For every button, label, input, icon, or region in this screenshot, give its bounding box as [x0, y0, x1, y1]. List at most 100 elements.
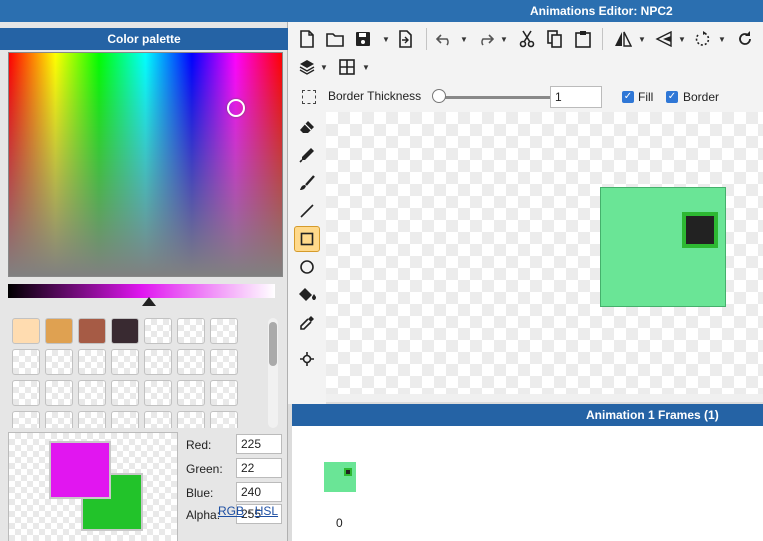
color-swatch[interactable]	[78, 380, 106, 406]
shape-properties-bar: Border Thickness 1 ✓ Fill ✓ Border	[288, 82, 763, 112]
flip-horizontal-menu-arrow[interactable]: ▼	[638, 35, 646, 44]
brightness-handle[interactable]	[142, 297, 156, 306]
blue-label: Blue:	[186, 486, 214, 500]
hsl-mode-link[interactable]: HSL	[255, 504, 278, 518]
save-icon[interactable]	[352, 28, 374, 50]
color-swatch[interactable]	[12, 411, 40, 428]
layers-menu-arrow[interactable]: ▼	[320, 63, 328, 72]
selection-icon[interactable]	[302, 90, 316, 104]
flip-horizontal-icon[interactable]	[612, 28, 634, 50]
border-checkbox[interactable]: ✓	[666, 91, 678, 103]
color-swatch[interactable]	[78, 318, 106, 344]
red-row: Red: 225	[186, 434, 284, 456]
blue-row: Blue: 240	[186, 482, 284, 504]
color-swatch[interactable]	[177, 380, 205, 406]
eyedropper-icon[interactable]	[294, 310, 320, 336]
color-swatch[interactable]	[210, 380, 238, 406]
color-swatch[interactable]	[144, 380, 172, 406]
fill-label: Fill	[638, 90, 654, 104]
pencil-icon[interactable]	[294, 142, 320, 168]
move-point-icon[interactable]	[294, 346, 320, 372]
alpha-label: Alpha:	[186, 508, 221, 522]
color-swatch[interactable]	[45, 380, 73, 406]
color-swatch[interactable]	[177, 411, 205, 428]
flip-vertical-menu-arrow[interactable]: ▼	[678, 35, 686, 44]
window-title: Animations Editor: NPC2	[530, 4, 673, 18]
brush-icon[interactable]	[294, 170, 320, 196]
color-swatch[interactable]	[12, 318, 40, 344]
frame-index: 0	[336, 516, 343, 530]
color-swatch[interactable]	[177, 318, 205, 344]
color-preview	[8, 432, 178, 541]
export-icon[interactable]	[394, 28, 416, 50]
canvas-scrollbar[interactable]	[326, 394, 763, 402]
rotate-menu-arrow[interactable]: ▼	[718, 35, 726, 44]
palette-scrollbar[interactable]	[268, 318, 278, 428]
swatch-grid	[12, 318, 264, 428]
color-swatch[interactable]	[12, 349, 40, 375]
brightness-slider[interactable]	[8, 284, 275, 298]
redo-menu-arrow[interactable]: ▼	[500, 35, 508, 44]
flip-vertical-icon[interactable]	[652, 28, 674, 50]
palette-title: Color palette	[0, 28, 288, 50]
save-menu-arrow[interactable]: ▼	[382, 35, 390, 44]
grid-icon[interactable]	[336, 56, 358, 78]
eraser-icon[interactable]	[294, 114, 320, 140]
scrollbar-thumb[interactable]	[269, 322, 277, 366]
color-swatch[interactable]	[78, 411, 106, 428]
open-folder-icon[interactable]	[324, 28, 346, 50]
ellipse-icon[interactable]	[294, 254, 320, 280]
drawing-canvas[interactable]	[326, 112, 763, 394]
line-icon[interactable]	[294, 198, 320, 224]
blue-input[interactable]: 240	[236, 482, 282, 502]
redo-icon[interactable]	[474, 28, 496, 50]
color-swatch[interactable]	[111, 411, 139, 428]
color-spectrum[interactable]	[8, 52, 283, 277]
green-input[interactable]: 22	[236, 458, 282, 478]
green-row: Green: 22	[186, 458, 284, 480]
fill-bucket-icon[interactable]	[294, 282, 320, 308]
fill-checkbox[interactable]: ✓	[622, 91, 634, 103]
color-swatch[interactable]	[210, 349, 238, 375]
color-swatch[interactable]	[111, 380, 139, 406]
border-thickness-label: Border Thickness	[328, 89, 422, 103]
paste-icon[interactable]	[572, 28, 594, 50]
rotate-icon[interactable]	[692, 28, 714, 50]
color-swatch[interactable]	[45, 411, 73, 428]
layers-icon[interactable]	[296, 56, 318, 78]
inner-square-shape[interactable]	[682, 212, 718, 248]
color-swatch[interactable]	[144, 411, 172, 428]
color-swatch[interactable]	[78, 349, 106, 375]
color-swatch[interactable]	[12, 380, 40, 406]
primary-color-swatch[interactable]	[49, 441, 111, 499]
color-palette-panel: Color palette Red: 225 Green: 22 Blue: 2…	[0, 22, 288, 541]
color-swatch[interactable]	[45, 349, 73, 375]
red-input[interactable]: 225	[236, 434, 282, 454]
frame-thumbnail[interactable]	[324, 462, 356, 492]
color-swatch[interactable]	[111, 318, 139, 344]
new-file-icon[interactable]	[296, 28, 318, 50]
undo-icon[interactable]	[434, 28, 456, 50]
color-swatch[interactable]	[144, 318, 172, 344]
color-swatch[interactable]	[45, 318, 73, 344]
border-thickness-slider-knob[interactable]	[432, 89, 446, 103]
color-picker-ring[interactable]	[227, 99, 245, 117]
red-label: Red:	[186, 438, 212, 452]
color-swatch[interactable]	[111, 349, 139, 375]
color-swatch[interactable]	[177, 349, 205, 375]
border-thickness-slider[interactable]	[436, 96, 550, 99]
rgb-mode-link[interactable]: RGB	[218, 504, 244, 518]
undo-menu-arrow[interactable]: ▼	[460, 35, 468, 44]
cut-icon[interactable]	[516, 28, 538, 50]
toolbar-separator	[602, 28, 603, 50]
refresh-icon[interactable]	[734, 28, 756, 50]
color-swatch[interactable]	[144, 349, 172, 375]
border-thickness-input[interactable]: 1	[550, 86, 602, 108]
grid-menu-arrow[interactable]: ▼	[362, 63, 370, 72]
frame-thumbnail-detail	[344, 468, 352, 476]
color-swatch[interactable]	[210, 318, 238, 344]
color-swatch[interactable]	[210, 411, 238, 428]
copy-icon[interactable]	[544, 28, 566, 50]
mode-separator: -	[247, 504, 252, 518]
rectangle-icon[interactable]	[294, 226, 320, 252]
